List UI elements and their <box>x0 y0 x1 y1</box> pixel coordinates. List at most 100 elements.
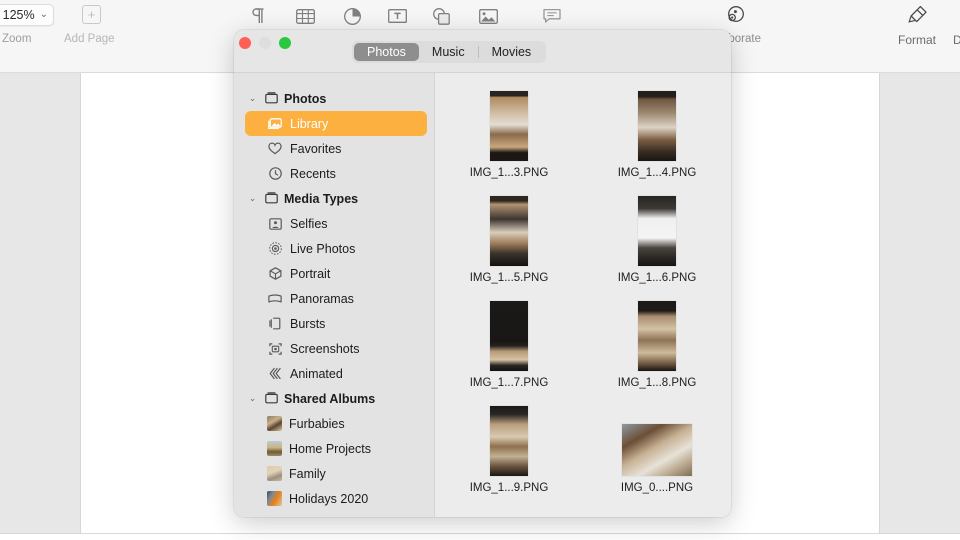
media-browser-sidebar: ⌄ Photos Library Favorites Recents ⌄ Med… <box>234 73 435 517</box>
minimize-button[interactable] <box>259 37 271 49</box>
tab-photos-label: Photos <box>367 45 406 59</box>
sidebar-item-recents[interactable]: Recents <box>245 161 427 186</box>
sidebar-group-shared-albums[interactable]: ⌄ Shared Albums <box>234 386 434 411</box>
photo-item[interactable]: IMG_1...3.PNG <box>435 85 583 190</box>
photo-thumbnail <box>490 301 528 371</box>
window-controls <box>239 37 291 49</box>
bursts-icon <box>267 316 283 332</box>
photo-item[interactable]: IMG_0....PNG <box>583 400 731 505</box>
media-browser-titlebar[interactable]: Photos Music Movies <box>234 30 731 73</box>
album-box-icon <box>263 92 279 105</box>
sidebar-item-home-projects[interactable]: Home Projects <box>245 436 427 461</box>
sidebar-item-holidays-2020[interactable]: Holidays 2020 <box>245 486 427 511</box>
chart-icon[interactable] <box>341 6 363 26</box>
media-browser-panel: Photos Music Movies ⌄ Photos Library Fav… <box>234 30 731 517</box>
screen-root: 125% ⌄ Zoom + Add Page aborate Format D … <box>0 0 960 540</box>
sidebar-item-animated-label: Animated <box>290 366 343 381</box>
photo-thumbnail-wrap <box>490 299 528 371</box>
photo-thumbnail <box>638 91 676 161</box>
chevron-down-icon[interactable]: ⌄ <box>247 194 258 203</box>
photo-thumbnail-wrap <box>490 404 528 476</box>
media-icon[interactable] <box>477 6 499 26</box>
photo-caption: IMG_1...5.PNG <box>469 272 549 284</box>
sidebar-item-portrait[interactable]: Portrait <box>245 261 427 286</box>
tab-movies[interactable]: Movies <box>479 43 545 61</box>
live-photo-icon <box>267 241 283 257</box>
photo-thumbnail <box>490 406 528 476</box>
paragraph-icon[interactable] <box>247 6 269 26</box>
photo-thumbnail-wrap <box>490 89 528 161</box>
format-brush-icon[interactable] <box>906 4 930 26</box>
collaborate-icon[interactable] <box>722 4 746 26</box>
photo-caption: IMG_1...4.PNG <box>617 167 697 179</box>
zoom-label: Zoom <box>2 33 32 45</box>
portrait-cube-icon <box>267 266 283 282</box>
photo-item[interactable]: IMG_1...9.PNG <box>435 400 583 505</box>
photo-grid: IMG_1...3.PNG IMG_1...4.PNG IMG_1...5.PN… <box>435 85 731 505</box>
text-box-icon[interactable] <box>386 6 408 26</box>
photo-thumbnail-wrap <box>638 299 676 371</box>
tab-music[interactable]: Music <box>419 43 478 61</box>
comment-icon[interactable] <box>541 6 563 26</box>
sidebar-item-panoramas[interactable]: Panoramas <box>245 286 427 311</box>
zoom-value: 125% <box>2 8 35 22</box>
chevron-down-icon[interactable]: ⌄ <box>247 394 258 403</box>
sidebar-group-photos[interactable]: ⌄ Photos <box>234 86 434 111</box>
photo-thumbnail <box>622 424 692 476</box>
screenshot-icon <box>267 341 283 357</box>
photos-library-icon <box>267 116 283 132</box>
sidebar-item-bursts[interactable]: Bursts <box>245 311 427 336</box>
photo-thumbnail-wrap <box>638 89 676 161</box>
photo-caption: IMG_1...9.PNG <box>469 482 549 494</box>
sidebar-item-favorites[interactable]: Favorites <box>245 136 427 161</box>
album-thumbnail <box>267 491 282 506</box>
photo-item[interactable]: IMG_1...7.PNG <box>435 295 583 400</box>
sidebar-item-library-label: Library <box>290 116 329 131</box>
shape-icon[interactable] <box>430 6 452 26</box>
album-box-icon <box>263 392 279 405</box>
photo-caption: IMG_1...3.PNG <box>469 167 549 179</box>
photo-item[interactable]: IMG_1...4.PNG <box>583 85 731 190</box>
photo-thumbnail <box>490 91 528 161</box>
photo-thumbnail-wrap <box>638 194 676 266</box>
sidebar-group-shared-albums-label: Shared Albums <box>284 391 376 406</box>
chevron-down-icon[interactable]: ⌄ <box>247 94 258 103</box>
plus-icon: + <box>87 7 96 22</box>
tab-photos[interactable]: Photos <box>354 43 419 61</box>
sidebar-item-family[interactable]: Family <box>245 461 427 486</box>
photo-caption: IMG_0....PNG <box>620 482 694 494</box>
sidebar-item-portrait-label: Portrait <box>290 266 331 281</box>
sidebar-item-library[interactable]: Library <box>245 111 427 136</box>
window-bottom-strip <box>0 533 960 540</box>
media-type-segmented-control: Photos Music Movies <box>352 41 547 63</box>
sidebar-group-media-types[interactable]: ⌄ Media Types <box>234 186 434 211</box>
photo-item[interactable]: IMG_1...8.PNG <box>583 295 731 400</box>
sidebar-item-panoramas-label: Panoramas <box>290 291 354 306</box>
zoom-button[interactable] <box>279 37 291 49</box>
animated-icon <box>267 366 283 382</box>
sidebar-item-selfies[interactable]: Selfies <box>245 211 427 236</box>
photo-thumbnail <box>638 301 676 371</box>
album-thumbnail <box>267 416 282 431</box>
sidebar-item-furbabies[interactable]: Furbabies <box>245 411 427 436</box>
photo-thumbnail-wrap <box>490 194 528 266</box>
close-button[interactable] <box>239 37 251 49</box>
sidebar-item-screenshots[interactable]: Screenshots <box>245 336 427 361</box>
panorama-icon <box>267 291 283 307</box>
heart-icon <box>267 141 283 157</box>
zoom-dropdown[interactable]: 125% ⌄ <box>0 4 54 26</box>
photo-caption: IMG_1...6.PNG <box>617 272 697 284</box>
album-box-icon <box>263 192 279 205</box>
photo-thumbnail <box>490 196 528 266</box>
sidebar-item-furbabies-label: Furbabies <box>289 416 345 431</box>
photo-grid-area: IMG_1...3.PNG IMG_1...4.PNG IMG_1...5.PN… <box>435 73 731 517</box>
sidebar-item-animated[interactable]: Animated <box>245 361 427 386</box>
photo-thumbnail <box>638 196 676 266</box>
add-page-button[interactable]: + <box>82 5 101 24</box>
photo-item[interactable]: IMG_1...5.PNG <box>435 190 583 295</box>
table-icon[interactable] <box>294 6 316 26</box>
sidebar-item-live-photos[interactable]: Live Photos <box>245 236 427 261</box>
photo-thumbnail-wrap <box>622 404 692 476</box>
album-thumbnail <box>267 466 282 481</box>
photo-item[interactable]: IMG_1...6.PNG <box>583 190 731 295</box>
